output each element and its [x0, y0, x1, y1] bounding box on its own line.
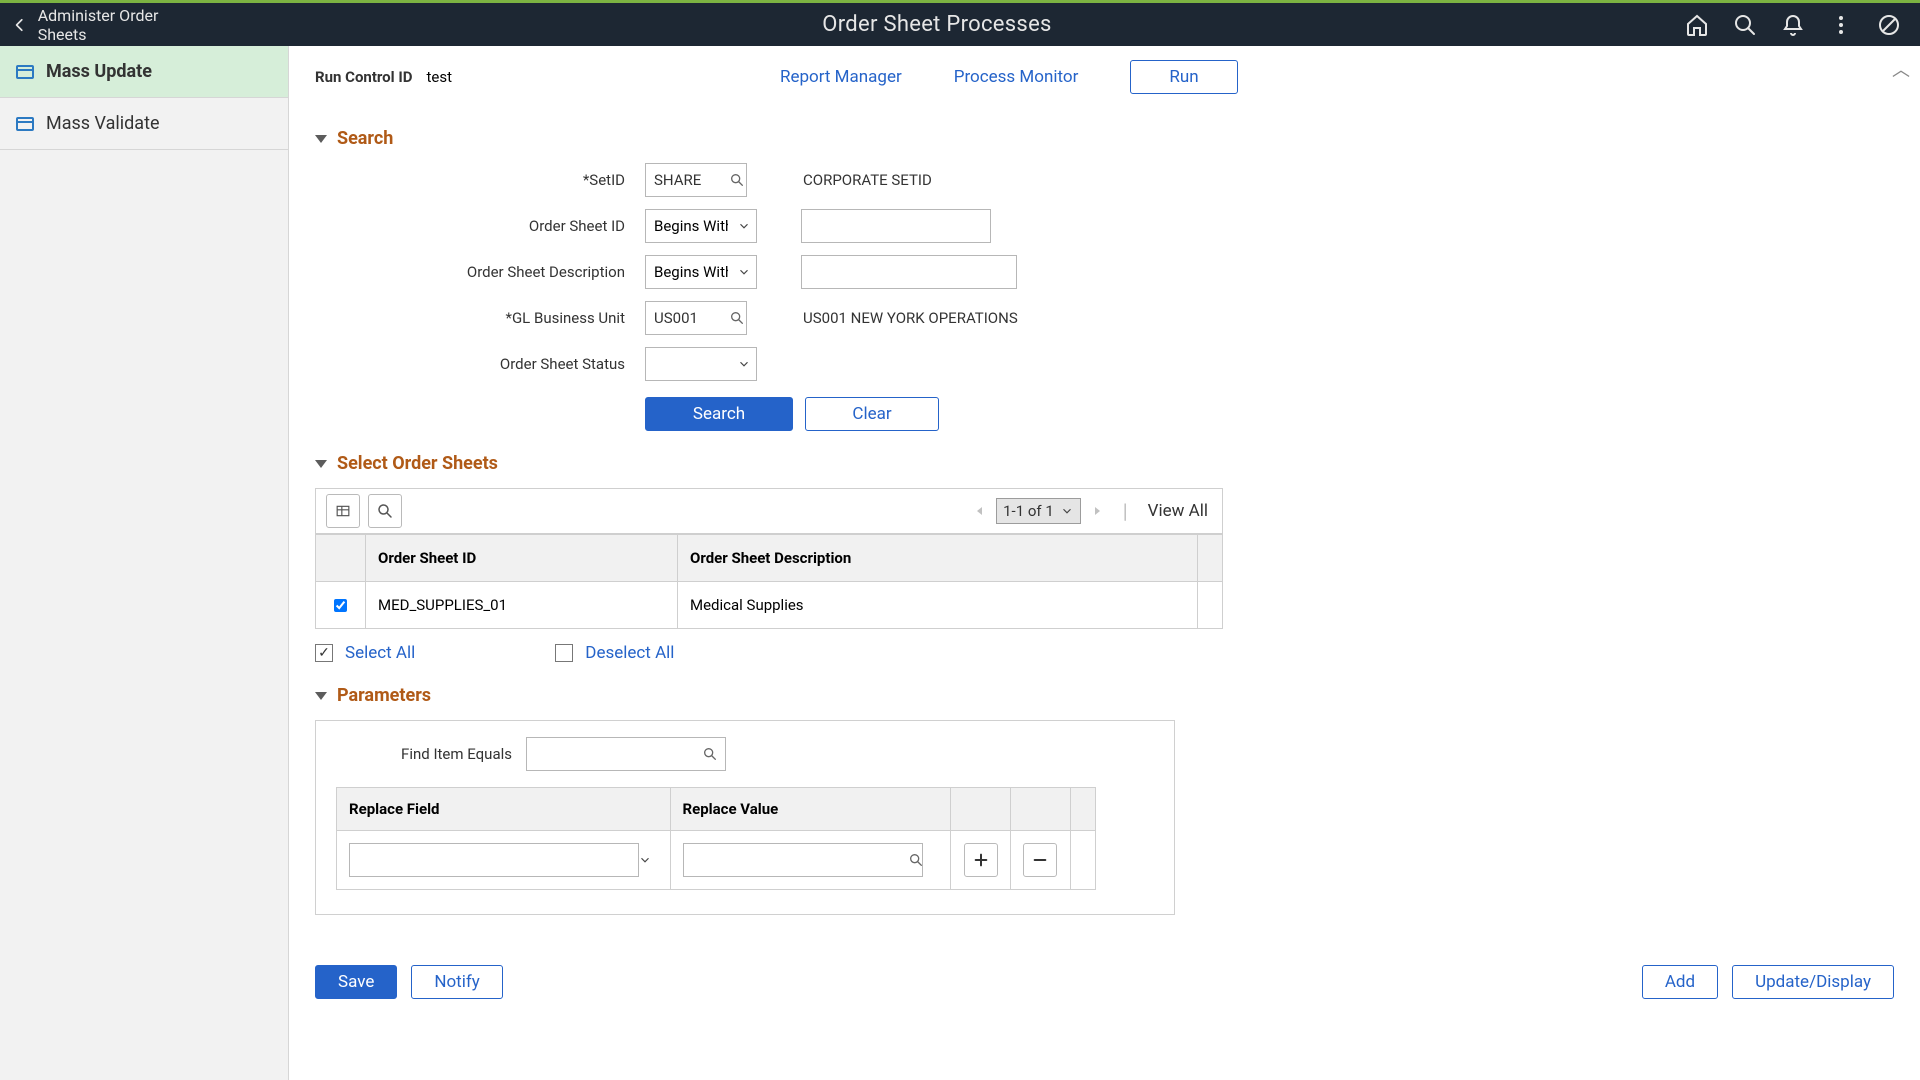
sidebar: Mass Update Mass Validate — [0, 46, 289, 1080]
row-checkbox[interactable] — [334, 599, 347, 612]
chevron-left-icon — [12, 17, 28, 33]
replace-field-select[interactable] — [349, 843, 639, 877]
add-button[interactable]: Add — [1642, 965, 1718, 999]
sheet-id-input[interactable] — [801, 209, 991, 243]
deselect-all-icon — [555, 644, 573, 662]
bulk-select-row: Select All Deselect All — [315, 643, 1894, 663]
dropdown-icon — [638, 853, 652, 867]
run-control-id-label: Run Control ID — [315, 68, 412, 86]
parameters-box: Find Item Equals Replace Field Replace V… — [315, 720, 1175, 915]
sheet-desc-operator[interactable]: Begins With — [645, 255, 757, 289]
next-page-icon — [1091, 504, 1103, 518]
more-vertical-icon[interactable] — [1828, 12, 1854, 38]
search-button[interactable]: Search — [645, 397, 793, 431]
scroll-up-icon[interactable]: ︿ — [1892, 56, 1910, 82]
search-form: *SetID CORPORATE SETID Order Sheet ID Be… — [315, 163, 1894, 431]
sheet-desc-input[interactable] — [801, 255, 1017, 289]
clear-button[interactable]: Clear — [805, 397, 939, 431]
table-row: MED_SUPPLIES_01 Medical Supplies — [316, 582, 1223, 629]
replace-table: Replace Field Replace Value — [336, 787, 1096, 890]
pager: 1-1 of 1 | View All — [974, 498, 1222, 524]
bell-icon[interactable] — [1780, 12, 1806, 38]
lookup-icon[interactable] — [729, 172, 745, 188]
caret-down-icon — [315, 692, 327, 700]
update-display-button[interactable]: Update/Display — [1732, 965, 1894, 999]
add-row-button[interactable] — [964, 843, 998, 877]
search-icon[interactable] — [1732, 12, 1758, 38]
find-item-label: Find Item Equals — [336, 745, 512, 763]
page-range-select[interactable]: 1-1 of 1 — [996, 498, 1081, 524]
col-replace-value[interactable]: Replace Value — [670, 788, 951, 831]
col-sheet-desc[interactable]: Order Sheet Description — [678, 535, 1198, 582]
save-button[interactable]: Save — [315, 965, 397, 999]
select-all-link[interactable]: Select All — [345, 643, 415, 663]
home-icon[interactable] — [1684, 12, 1710, 38]
setid-label: *SetID — [315, 171, 635, 189]
checkbox-header — [316, 535, 366, 582]
block-icon[interactable] — [1876, 12, 1902, 38]
sidebar-item-icon — [16, 117, 34, 131]
grid-settings-button[interactable] — [326, 494, 360, 528]
topbar: Administer Order Sheets Order Sheet Proc… — [0, 0, 1920, 46]
sheets-table: 1-1 of 1 | View All Order Sheet ID Order… — [315, 488, 1223, 629]
sidebar-item-label: Mass Update — [46, 61, 152, 82]
report-manager-link[interactable]: Report Manager — [780, 67, 902, 87]
cell-sheet-desc: Medical Supplies — [678, 582, 1198, 629]
status-select[interactable] — [645, 347, 757, 381]
col-replace-field[interactable]: Replace Field — [337, 788, 671, 831]
order-sheet-desc-label: Order Sheet Description — [315, 263, 635, 281]
caret-down-icon — [315, 135, 327, 143]
sidebar-item-label: Mass Validate — [46, 113, 160, 134]
select-sheets-title[interactable]: Select Order Sheets — [315, 453, 1894, 474]
grid-search-button[interactable] — [368, 494, 402, 528]
col-sheet-id[interactable]: Order Sheet ID — [366, 535, 678, 582]
replace-value-input[interactable] — [683, 843, 923, 877]
process-monitor-link[interactable]: Process Monitor — [954, 67, 1079, 87]
search-section-title[interactable]: Search — [315, 128, 1894, 149]
cell-sheet-id: MED_SUPPLIES_01 — [366, 582, 678, 629]
run-control-row: Run Control ID test Report Manager Proce… — [315, 60, 1894, 94]
page-footer: Save Notify Add Update/Display — [315, 965, 1894, 999]
notify-button[interactable]: Notify — [411, 965, 502, 999]
caret-down-icon — [315, 460, 327, 468]
topbar-actions — [1666, 12, 1920, 38]
prev-page-icon — [974, 504, 986, 518]
parameters-title[interactable]: Parameters — [315, 685, 1894, 706]
page-title: Order Sheet Processes — [208, 12, 1666, 37]
order-sheet-id-label: Order Sheet ID — [315, 217, 635, 235]
lookup-icon[interactable] — [908, 852, 924, 868]
col-spacer — [1198, 535, 1223, 582]
find-item-input[interactable] — [526, 737, 726, 771]
gl-bu-label: *GL Business Unit — [315, 309, 635, 327]
deselect-all-link[interactable]: Deselect All — [585, 643, 674, 663]
run-control-id-value: test — [426, 68, 452, 86]
sidebar-item-icon — [16, 65, 34, 79]
setid-desc: CORPORATE SETID — [803, 171, 932, 189]
back-label: Administer Order Sheets — [38, 6, 208, 44]
sheet-id-operator[interactable]: Begins With — [645, 209, 757, 243]
sidebar-item-mass-validate[interactable]: Mass Validate — [0, 98, 288, 150]
table-row — [337, 831, 1096, 890]
run-button[interactable]: Run — [1130, 60, 1237, 94]
status-label: Order Sheet Status — [315, 355, 635, 373]
remove-row-button[interactable] — [1023, 843, 1057, 877]
lookup-icon[interactable] — [702, 746, 718, 762]
back-button[interactable]: Administer Order Sheets — [0, 3, 208, 46]
gl-bu-desc: US001 NEW YORK OPERATIONS — [803, 309, 1018, 327]
view-all-link[interactable]: View All — [1148, 501, 1208, 521]
select-all-icon — [315, 644, 333, 662]
lookup-icon[interactable] — [729, 310, 745, 326]
sidebar-item-mass-update[interactable]: Mass Update — [0, 46, 288, 98]
